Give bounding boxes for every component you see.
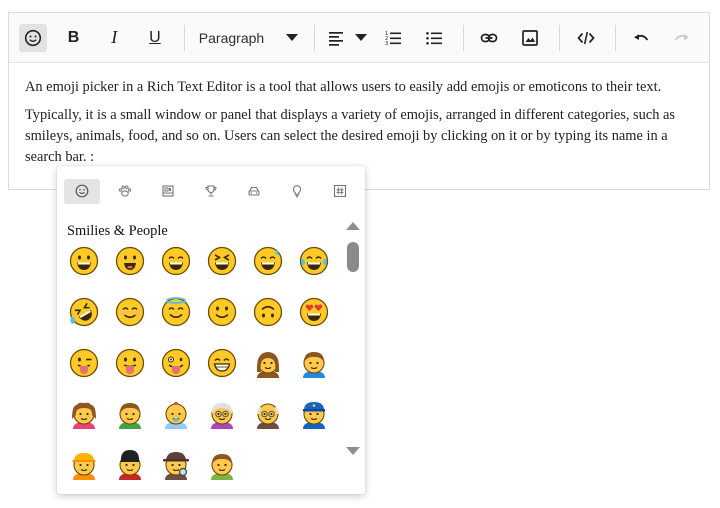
activities-icon xyxy=(205,185,217,197)
face-tears-of-joy-emoji-icon[interactable] xyxy=(299,246,345,281)
category-activities[interactable] xyxy=(193,179,229,204)
chevron-down-icon xyxy=(355,34,368,41)
rich-text-editor: B I U Paragraph 123 An emoji picker in a… xyxy=(8,12,710,190)
old-woman-emoji-icon[interactable] xyxy=(207,399,253,434)
italic-icon: I xyxy=(111,27,118,47)
align-left-icon xyxy=(329,31,344,46)
smileys-people-icon xyxy=(75,184,89,198)
child-emoji-icon[interactable] xyxy=(207,450,253,485)
chevron-down-icon xyxy=(286,34,299,41)
category-food-drink[interactable] xyxy=(150,179,186,204)
smiling-face-smiling-eyes-emoji-icon[interactable] xyxy=(115,297,161,332)
toolbar-separator xyxy=(462,24,464,51)
bold-button[interactable]: B xyxy=(60,24,88,52)
girl-emoji-icon[interactable] xyxy=(69,399,115,434)
category-smileys-people[interactable] xyxy=(64,178,100,204)
image-icon xyxy=(522,29,538,46)
smiling-face-open-mouth-emoji-icon[interactable] xyxy=(115,246,161,281)
undo-icon xyxy=(634,33,649,41)
detective-emoji-icon[interactable] xyxy=(161,450,207,485)
bullet-list-icon xyxy=(425,31,442,45)
category-travel-places[interactable] xyxy=(236,179,272,204)
heart-eyes-emoji-icon[interactable] xyxy=(299,297,345,332)
category-animals-nature[interactable] xyxy=(107,179,143,204)
source-code-button[interactable] xyxy=(572,24,600,52)
objects-icon xyxy=(292,185,302,198)
editor-content[interactable]: An emoji picker in a Rich Text Editor is… xyxy=(9,63,709,168)
scrollbar-thumb[interactable] xyxy=(347,242,359,272)
man-emoji-icon[interactable] xyxy=(299,348,345,383)
emoji-grid xyxy=(69,246,345,485)
underline-button[interactable]: U xyxy=(141,24,169,52)
numbered-list-icon: 123 xyxy=(385,31,402,47)
travel-places-icon xyxy=(248,186,260,196)
boy-emoji-icon[interactable] xyxy=(115,399,161,434)
undo-button[interactable] xyxy=(628,24,656,52)
grinning-face-sweat-emoji-icon[interactable] xyxy=(253,246,299,281)
emoji-scrollbar[interactable] xyxy=(345,218,361,458)
underline-icon: U xyxy=(149,28,161,46)
grinning-squinting-face-emoji-icon[interactable] xyxy=(207,246,253,281)
scroll-up-arrow-icon[interactable] xyxy=(346,222,360,230)
redo-icon xyxy=(674,33,690,41)
italic-button[interactable]: I xyxy=(100,24,128,52)
grinning-face-emoji-icon[interactable] xyxy=(69,246,115,281)
old-man-emoji-icon[interactable] xyxy=(253,399,299,434)
beaming-face-emoji-icon[interactable] xyxy=(207,348,253,383)
bullet-list-button[interactable] xyxy=(420,24,448,52)
svg-text:3: 3 xyxy=(385,41,388,47)
scroll-down-arrow-icon[interactable] xyxy=(346,447,360,455)
face-with-tongue-emoji-icon[interactable] xyxy=(115,348,161,383)
police-officer-emoji-icon[interactable] xyxy=(299,399,345,434)
grinning-face-smiling-eyes-emoji-icon[interactable] xyxy=(161,246,207,281)
emoji-section-title: Smilies & People xyxy=(67,223,168,239)
format-value: Paragraph xyxy=(198,29,265,46)
slightly-smiling-face-emoji-icon[interactable] xyxy=(207,297,253,332)
format-dropdown[interactable]: Paragraph xyxy=(198,29,299,46)
smiley-icon xyxy=(24,29,41,46)
toolbar-separator xyxy=(558,24,560,51)
zany-face-emoji-icon[interactable] xyxy=(161,348,207,383)
toolbar-separator xyxy=(314,24,316,51)
insert-image-button[interactable] xyxy=(516,24,544,52)
category-symbols[interactable] xyxy=(322,179,358,204)
content-paragraph: An emoji picker in a Rich Text Editor is… xyxy=(25,79,662,95)
baby-emoji-icon[interactable] xyxy=(161,399,207,434)
construction-worker-emoji-icon[interactable] xyxy=(69,450,115,485)
upside-down-face-emoji-icon[interactable] xyxy=(253,297,299,332)
rolling-on-floor-laughing-emoji-icon[interactable] xyxy=(69,297,115,332)
winking-face-tongue-emoji-icon[interactable] xyxy=(69,348,115,383)
toolbar: B I U Paragraph 123 xyxy=(9,13,709,63)
ordered-list-button[interactable]: 123 xyxy=(379,24,407,52)
code-icon xyxy=(577,31,595,44)
food-drink-icon xyxy=(162,185,174,197)
emoji-picker-button[interactable] xyxy=(19,23,47,52)
link-icon xyxy=(481,33,498,42)
category-objects[interactable] xyxy=(279,179,315,204)
bold-icon: B xyxy=(67,28,80,46)
emoji-category-bar xyxy=(57,166,365,206)
content-paragraph: Typically, it is a small window or panel… xyxy=(25,107,675,165)
toolbar-separator xyxy=(614,24,616,51)
emoji-picker-popup: Smilies & People xyxy=(57,166,365,494)
woman-emoji-icon[interactable] xyxy=(253,348,299,383)
insert-link-button[interactable] xyxy=(476,24,504,52)
smiling-face-halo-emoji-icon[interactable] xyxy=(161,297,207,332)
guard-emoji-icon[interactable] xyxy=(115,450,161,485)
redo-button[interactable] xyxy=(668,24,696,52)
toolbar-separator xyxy=(183,24,185,51)
animals-nature-icon xyxy=(118,185,132,197)
symbols-icon xyxy=(333,184,347,198)
alignment-dropdown[interactable] xyxy=(327,29,368,47)
